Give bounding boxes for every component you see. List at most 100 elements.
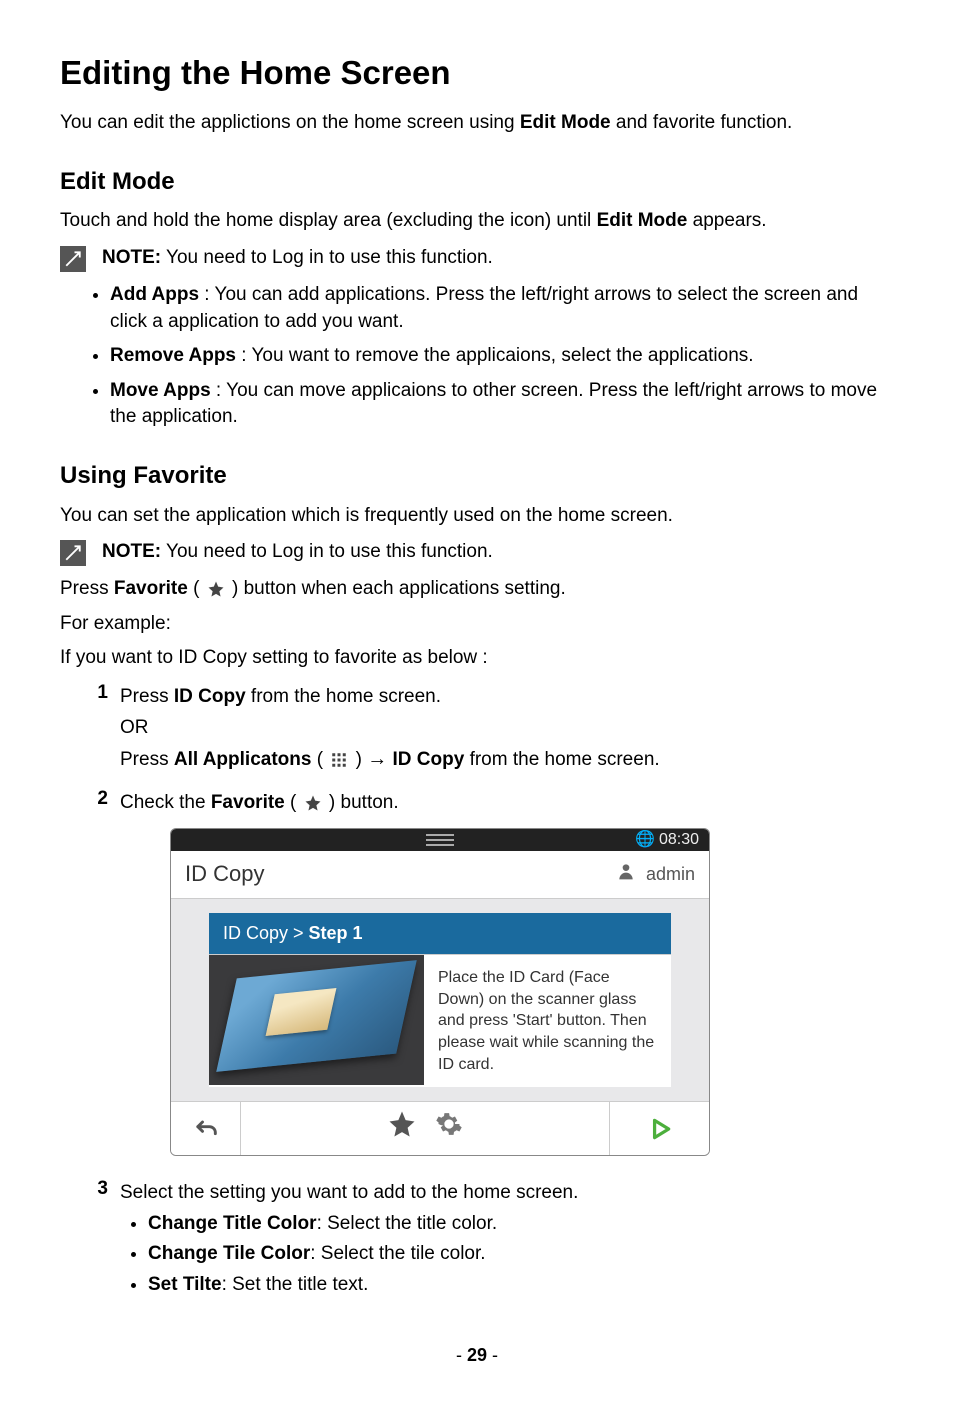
text-bold: Add Apps [110, 284, 199, 305]
star-icon [304, 794, 322, 812]
text: Press [120, 686, 174, 707]
gear-icon [435, 1110, 463, 1138]
text: appears. [687, 210, 766, 231]
note-label: NOTE: [102, 247, 161, 268]
text: Press [120, 749, 174, 770]
section-favorite-title: Using Favorite [60, 459, 894, 493]
start-button[interactable] [609, 1102, 709, 1155]
text: You need to Log in to use this function. [161, 247, 493, 268]
text: : Set the title text. [222, 1274, 369, 1295]
note-row: NOTE: You need to Log in to use this fun… [60, 539, 894, 566]
back-arrow-icon [192, 1115, 220, 1143]
text: and favorite function. [611, 112, 793, 133]
edit-mode-bullets: Add Apps : You can add applications. Pre… [60, 282, 894, 431]
step3-line: Select the setting you want to add to th… [120, 1180, 894, 1207]
panel-instruction: Place the ID Card (Face Down) on the sca… [424, 955, 671, 1087]
back-button[interactable] [171, 1102, 241, 1155]
step-3: 3 Select the setting you want to add to … [80, 1176, 894, 1302]
list-item: Change Title Color: Select the title col… [148, 1211, 894, 1238]
text: : Select the title color. [317, 1213, 498, 1234]
star-icon [207, 580, 225, 598]
step-2: 2 Check the Favorite ( ) button. 🌐08:30 [80, 786, 894, 1169]
step2-line: Check the Favorite ( ) button. [120, 790, 894, 817]
device-statusbar: 🌐08:30 [171, 829, 709, 851]
list-item: Remove Apps : You want to remove the app… [110, 343, 894, 370]
device-footer [171, 1101, 709, 1155]
note-icon [60, 540, 86, 566]
list-item: Change Tile Color: Select the tile color… [148, 1241, 894, 1268]
text: ) [356, 749, 368, 770]
text-bold: Move Apps [110, 380, 211, 401]
step-1: 1 Press ID Copy from the home screen. OR… [80, 680, 894, 778]
step1-line1: Press ID Copy from the home screen. [120, 684, 894, 711]
page-number-value: 29 [467, 1345, 487, 1365]
device-header: ID Copy admin [171, 851, 709, 899]
text: ( [285, 792, 302, 813]
crumb-current: Step 1 [309, 923, 363, 943]
note-icon [60, 246, 86, 272]
text: : You can move applicaions to other scre… [110, 380, 877, 428]
text: Touch and hold the home display area (ex… [60, 210, 597, 231]
favorite-button[interactable] [387, 1109, 417, 1148]
list-item: Add Apps : You can add applications. Pre… [110, 282, 894, 335]
text-bold: Change Tile Color [148, 1243, 310, 1264]
text: : You can add applications. Press the le… [110, 284, 858, 332]
status-time: 🌐08:30 [635, 829, 699, 851]
panel-breadcrumb: ID Copy > Step 1 [209, 913, 671, 954]
text: ( [311, 749, 323, 770]
if-line: If you want to ID Copy setting to favori… [60, 645, 894, 672]
arrow-right-icon: → [367, 748, 387, 770]
user-name: admin [646, 862, 695, 887]
text: ) button. [329, 792, 399, 813]
panel-body: Place the ID Card (Face Down) on the sca… [209, 954, 671, 1087]
text-bold: Set Tilte [148, 1274, 222, 1295]
step-number: 2 [80, 786, 108, 1169]
text: You can edit the applictions on the home… [60, 112, 520, 133]
settings-button[interactable] [435, 1110, 463, 1147]
list-item: Set Tilte: Set the title text. [148, 1272, 894, 1299]
intro-paragraph: You can edit the applictions on the home… [60, 110, 894, 137]
text: from the home screen. [246, 686, 441, 707]
note-label: NOTE: [102, 541, 161, 562]
text: Press [60, 578, 114, 599]
time-value: 08:30 [659, 831, 699, 848]
steps-list: 1 Press ID Copy from the home screen. OR… [60, 680, 894, 1303]
page-number: - 29 - [60, 1343, 894, 1368]
note-text: NOTE: You need to Log in to use this fun… [102, 245, 894, 272]
device-title: ID Copy [185, 859, 264, 890]
note-text: NOTE: You need to Log in to use this fun… [102, 539, 894, 566]
list-item: Move Apps : You can move applicaions to … [110, 378, 894, 431]
step-number: 3 [80, 1176, 108, 1302]
text-bold: ID Copy [393, 749, 465, 770]
section-edit-mode-title: Edit Mode [60, 165, 894, 199]
text-bold: ID Copy [174, 686, 246, 707]
step-number: 1 [80, 680, 108, 778]
text-bold: Favorite [211, 792, 285, 813]
text: : You want to remove the applicaions, se… [236, 345, 754, 366]
device-panel: ID Copy > Step 1 Place the ID Card (Face… [171, 899, 709, 1101]
text: button when each applications setting. [244, 578, 566, 599]
text: Check the [120, 792, 211, 813]
scanner-illustration [209, 955, 424, 1085]
note-row: NOTE: You need to Log in to use this fun… [60, 245, 894, 272]
text-bold: Edit Mode [520, 112, 611, 133]
drag-handle-icon [426, 834, 454, 846]
text: ) [232, 578, 244, 599]
text-bold: Remove Apps [110, 345, 236, 366]
globe-icon: 🌐 [635, 831, 655, 848]
text-bold: Edit Mode [597, 210, 688, 231]
text: : Select the tile color. [310, 1243, 485, 1264]
for-example: For example: [60, 611, 894, 638]
text-bold: Favorite [114, 578, 188, 599]
text-bold: Change Title Color [148, 1213, 317, 1234]
text: You need to Log in to use this function. [161, 541, 493, 562]
text: from the home screen. [464, 749, 659, 770]
text-bold: All Applicatons [174, 749, 312, 770]
apps-grid-icon [330, 751, 348, 769]
press-favorite-line: Press Favorite ( ) button when each appl… [60, 576, 894, 603]
play-icon [647, 1116, 673, 1142]
step1-alt: Press All Applicatons ( ) → ID Copy from… [120, 745, 894, 774]
user-icon [616, 861, 636, 888]
edit-mode-line: Touch and hold the home display area (ex… [60, 208, 894, 235]
text: - [456, 1345, 467, 1365]
